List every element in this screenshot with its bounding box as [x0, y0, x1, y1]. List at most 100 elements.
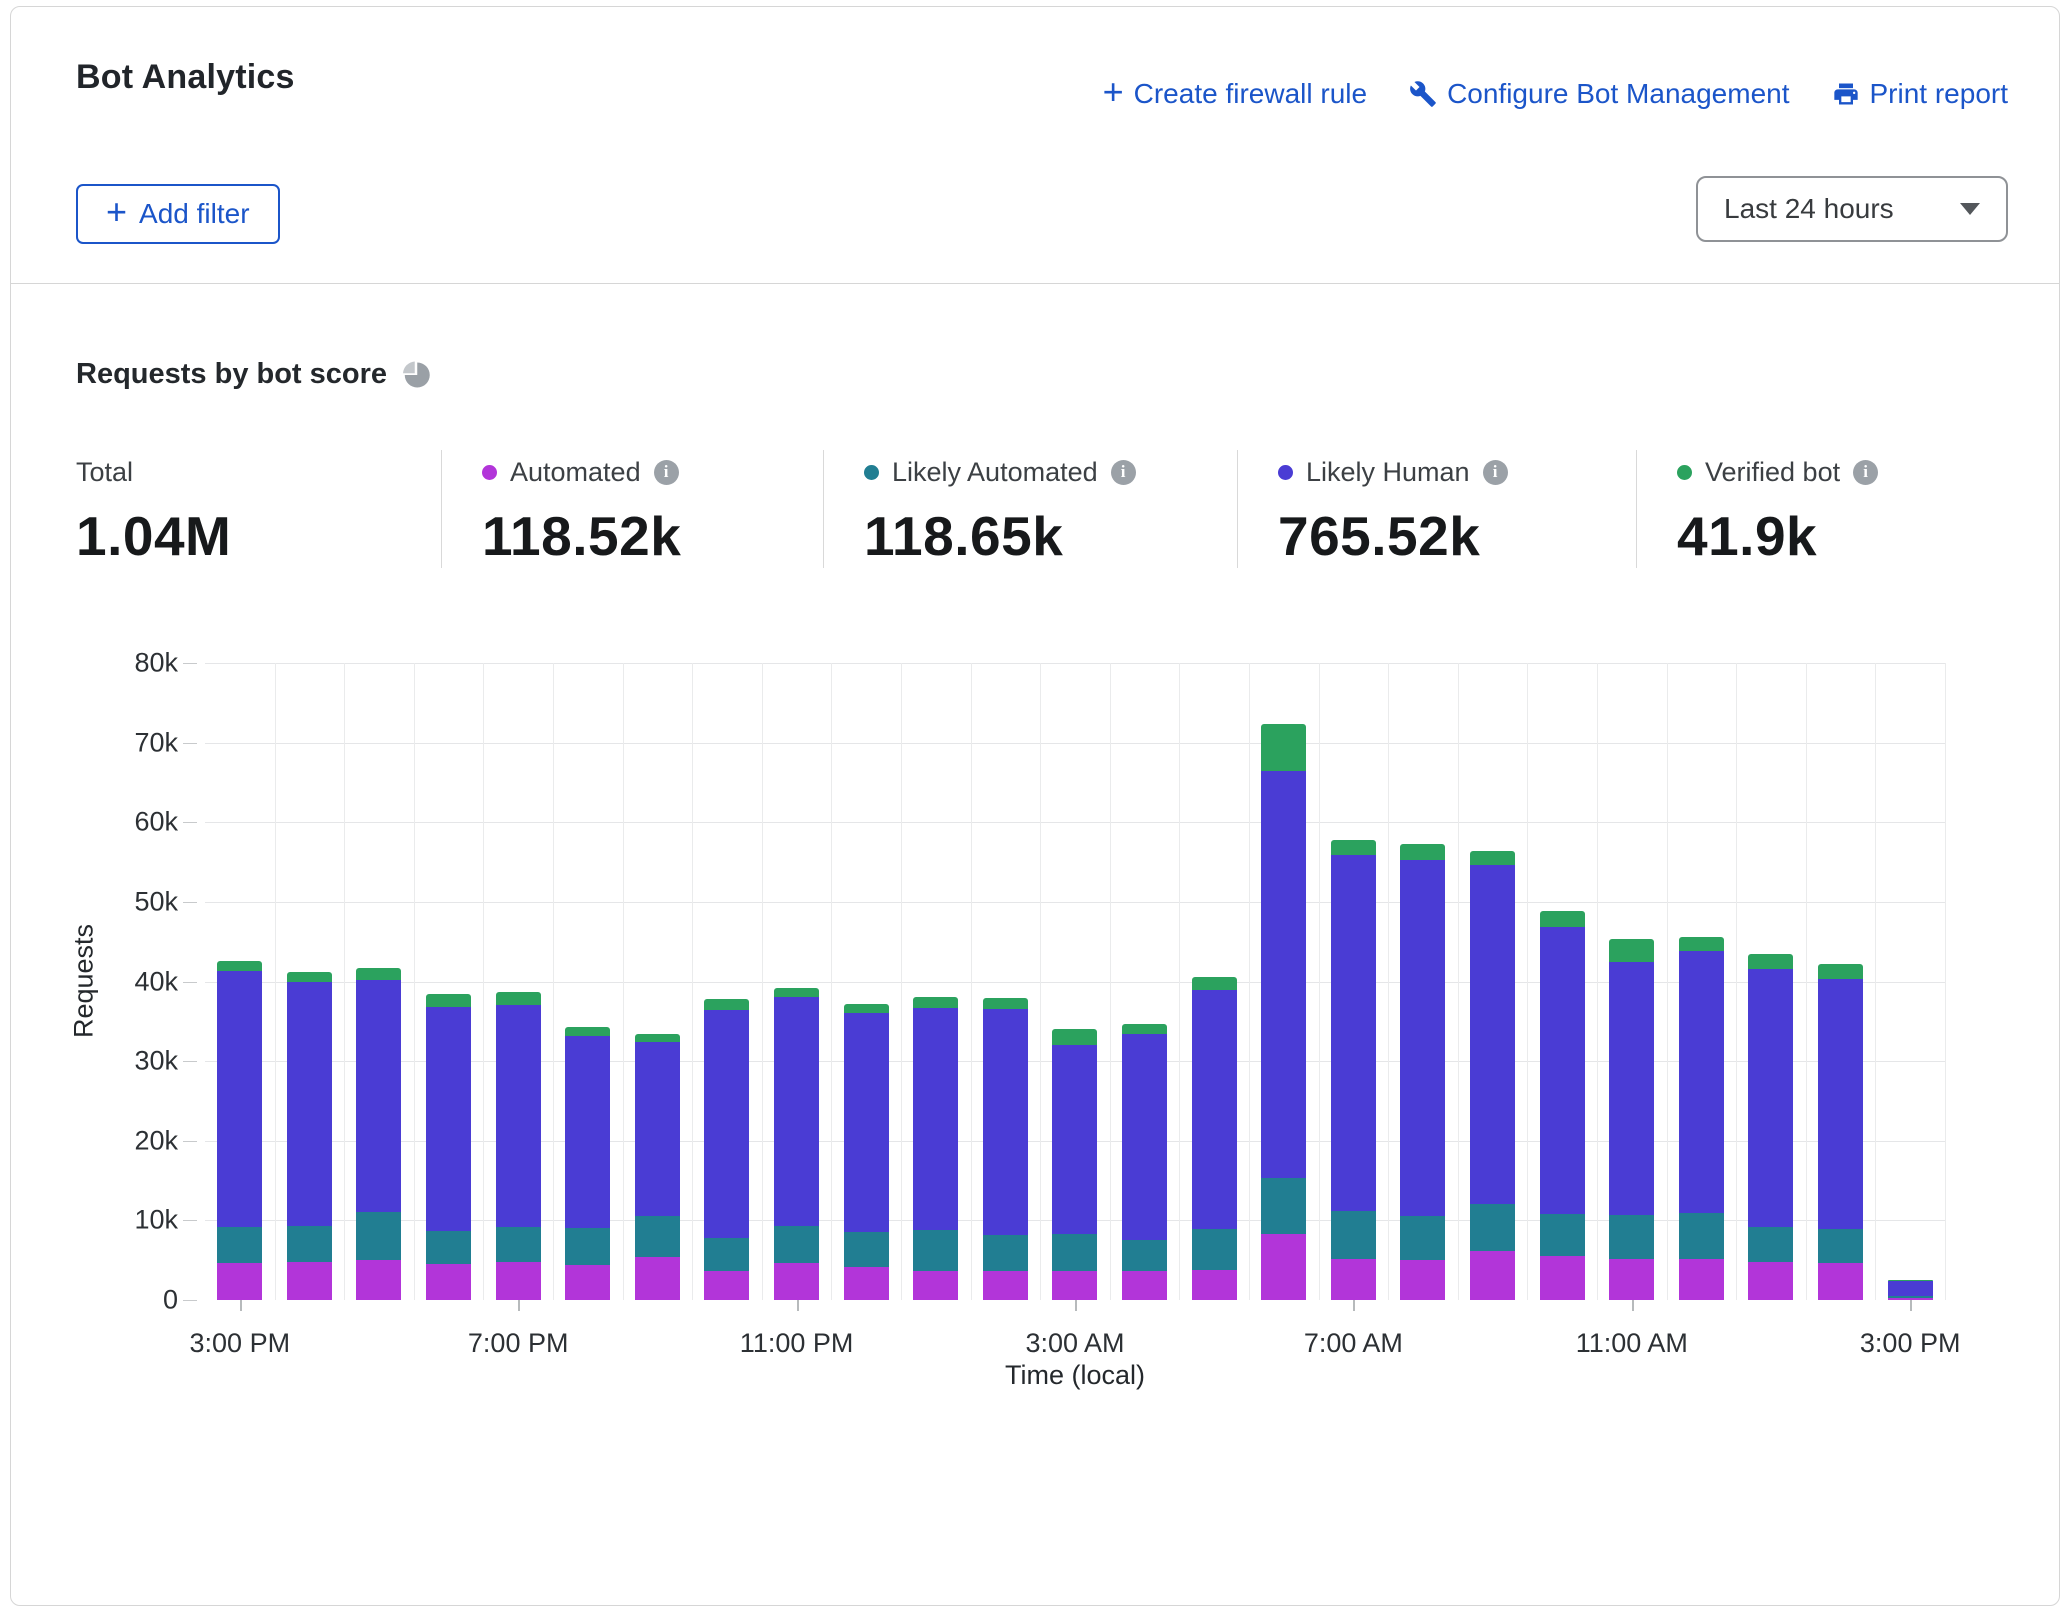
chart-bar-300pm[interactable] — [1875, 1280, 1945, 1300]
bar-segment-likely-human — [1261, 771, 1306, 1179]
pie-chart-icon — [401, 360, 431, 390]
chart-bar-500pm[interactable] — [344, 968, 414, 1300]
bar-segment-likely-automated — [774, 1226, 819, 1263]
chart-bar-200am[interactable] — [971, 998, 1041, 1300]
info-icon[interactable]: i — [1111, 460, 1136, 485]
bar-segment-verified-bot — [1331, 840, 1376, 855]
bar-segment-automated — [1192, 1270, 1237, 1300]
bar-segment-automated — [635, 1257, 680, 1300]
bar-segment-likely-human — [1679, 951, 1724, 1213]
bar-segment-likely-human — [635, 1042, 680, 1216]
bar-segment-likely-human — [496, 1005, 541, 1227]
y-tick — [183, 822, 197, 823]
x-tick-label: 7:00 AM — [1304, 1328, 1403, 1359]
gridline-y — [205, 743, 1945, 744]
bar-segment-likely-human — [1609, 962, 1654, 1214]
bar-segment-verified-bot — [565, 1027, 610, 1036]
section-title-row: Requests by bot score — [76, 358, 431, 391]
chart-bar-100pm[interactable] — [1736, 954, 1806, 1300]
time-range-select[interactable]: Last 24 hours — [1696, 176, 2008, 242]
bar-segment-automated — [1609, 1259, 1654, 1300]
add-filter-button[interactable]: + Add filter — [76, 184, 280, 244]
y-tick-label: 80k — [98, 648, 178, 679]
header-actions: + Create firewall rule Configure Bot Man… — [1103, 78, 2008, 110]
chart-bar-1000am[interactable] — [1527, 911, 1597, 1300]
legend-dot-verified-bot — [1677, 465, 1692, 480]
bar-segment-automated — [1679, 1259, 1724, 1300]
bar-segment-verified-bot — [217, 961, 262, 971]
add-filter-label: Add filter — [139, 198, 250, 230]
gridline-y — [205, 663, 1945, 664]
y-tick-label: 30k — [98, 1046, 178, 1077]
chart-bar-400am[interactable] — [1110, 1024, 1180, 1300]
bar-segment-automated — [287, 1262, 332, 1300]
print-report-link[interactable]: Print report — [1832, 78, 2009, 110]
bar-segment-verified-bot — [1818, 964, 1863, 979]
x-tick — [1910, 1300, 1912, 1311]
chart-bar-800am[interactable] — [1388, 844, 1458, 1300]
chart-bar-400pm[interactable] — [275, 972, 345, 1300]
bar-segment-verified-bot — [356, 968, 401, 980]
x-tick — [797, 1300, 799, 1311]
chart-bar-600pm[interactable] — [414, 994, 484, 1300]
info-icon[interactable]: i — [1483, 460, 1508, 485]
bar-segment-likely-human — [983, 1009, 1028, 1235]
stat-likely-human: Likely Human i 765.52k — [1237, 450, 1636, 568]
bar-segment-likely-automated — [913, 1230, 958, 1271]
x-tick — [240, 1300, 242, 1311]
chart-bar-600am[interactable] — [1249, 724, 1319, 1300]
chart-bar-500am[interactable] — [1179, 977, 1249, 1300]
info-icon[interactable]: i — [1853, 460, 1878, 485]
bar-segment-verified-bot — [1192, 977, 1237, 990]
bar-segment-automated — [1748, 1262, 1793, 1300]
bar-segment-automated — [217, 1263, 262, 1300]
y-axis-title: Requests — [69, 924, 100, 1038]
create-firewall-rule-link[interactable]: + Create firewall rule — [1103, 78, 1367, 110]
bar-segment-automated — [356, 1260, 401, 1300]
chart-bar-1200am[interactable] — [831, 1004, 901, 1300]
printer-icon — [1832, 80, 1860, 108]
chevron-down-icon — [1960, 203, 1980, 215]
page-title: Bot Analytics — [76, 58, 295, 97]
chart-bar-900pm[interactable] — [623, 1034, 693, 1300]
bar-segment-likely-automated — [844, 1232, 889, 1267]
stat-likely-automated: Likely Automated i 118.65k — [823, 450, 1237, 568]
chart-bar-300pm[interactable] — [205, 961, 275, 1300]
x-tick-label: 3:00 AM — [1025, 1328, 1124, 1359]
chart-bar-1200pm[interactable] — [1667, 937, 1737, 1300]
bar-segment-verified-bot — [496, 992, 541, 1005]
chart-bar-1100am[interactable] — [1597, 939, 1667, 1300]
bar-segment-likely-automated — [217, 1227, 262, 1263]
bar-segment-verified-bot — [1679, 937, 1724, 951]
y-tick-label: 70k — [98, 727, 178, 758]
chart-bar-300am[interactable] — [1040, 1029, 1110, 1301]
stats-row: Total 1.04M Automated i 118.52k Likely A… — [76, 450, 2056, 568]
stat-automated: Automated i 118.52k — [441, 450, 823, 568]
configure-bot-management-link[interactable]: Configure Bot Management — [1409, 78, 1789, 110]
bar-segment-likely-human — [1052, 1045, 1097, 1234]
chart-bar-200pm[interactable] — [1806, 964, 1876, 1300]
bar-segment-likely-human — [565, 1036, 610, 1228]
legend-dot-automated — [482, 465, 497, 480]
y-tick — [183, 1141, 197, 1142]
y-tick — [183, 902, 197, 903]
bar-segment-likely-human — [1888, 1281, 1933, 1296]
header-divider — [11, 283, 2059, 284]
chart-bar-1000pm[interactable] — [692, 999, 762, 1300]
chart-bar-900am[interactable] — [1458, 851, 1528, 1300]
chart-bar-1100pm[interactable] — [762, 988, 832, 1300]
x-tick-label: 3:00 PM — [190, 1328, 291, 1359]
bar-segment-likely-human — [217, 971, 262, 1227]
chart-bar-100am[interactable] — [901, 997, 971, 1300]
y-tick-label: 20k — [98, 1125, 178, 1156]
chart-bar-800pm[interactable] — [553, 1027, 623, 1300]
bar-segment-likely-automated — [496, 1227, 541, 1262]
y-tick — [183, 982, 197, 983]
section-title: Requests by bot score — [76, 358, 387, 391]
chart-bar-700am[interactable] — [1319, 840, 1389, 1300]
info-icon[interactable]: i — [654, 460, 679, 485]
x-tick-label: 3:00 PM — [1860, 1328, 1961, 1359]
chart-bar-700pm[interactable] — [483, 992, 553, 1300]
plus-icon: + — [1103, 78, 1124, 106]
x-tick — [518, 1300, 520, 1311]
